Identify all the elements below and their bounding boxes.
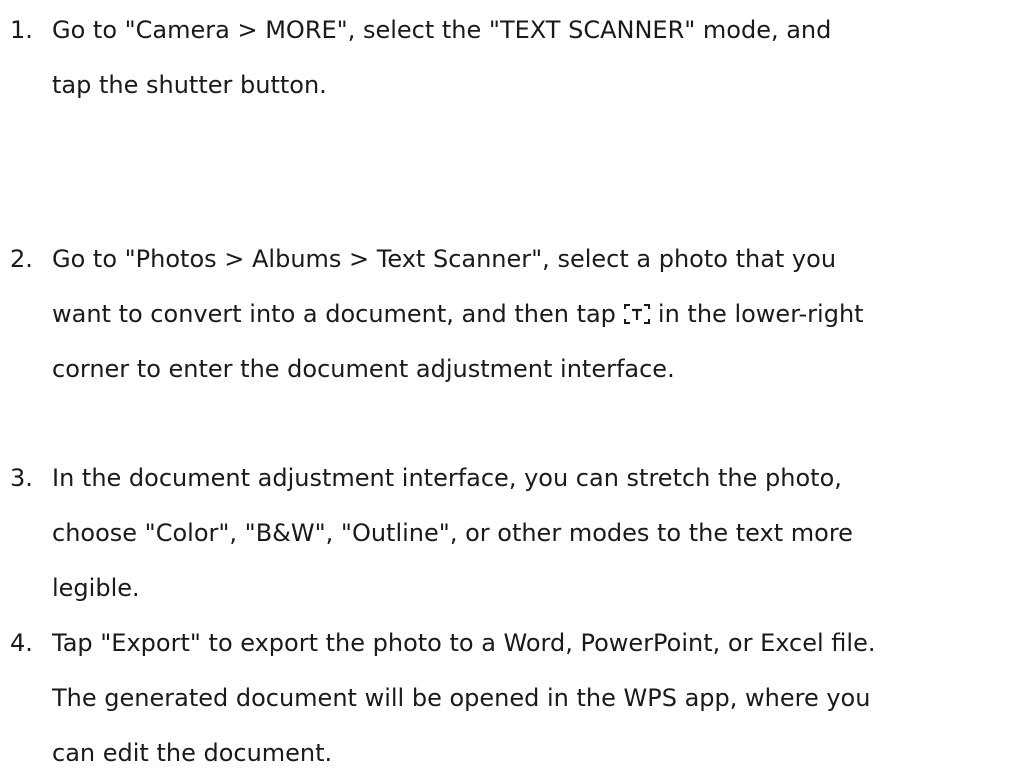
step-number: 3. bbox=[10, 464, 33, 492]
step-text-line: legible. bbox=[52, 574, 140, 602]
step-text-line: Go to "Camera > MORE", select the "TEXT … bbox=[52, 16, 832, 44]
step-text-line: choose "Color", "B&W", "Outline", or oth… bbox=[52, 519, 853, 547]
step-text-line: can edit the document. bbox=[52, 739, 333, 767]
step-text-line: Go to "Photos > Albums > Text Scanner", … bbox=[52, 245, 837, 273]
step-text-fragment: in the lower-right bbox=[657, 300, 864, 328]
text-scan-icon bbox=[622, 302, 652, 326]
step-text-line: corner to enter the document adjustment … bbox=[52, 355, 675, 383]
step-number: 4. bbox=[10, 629, 33, 657]
step-text-line: Tap "Export" to export the photo to a Wo… bbox=[52, 629, 876, 657]
step-number: 1. bbox=[10, 16, 33, 44]
step-text-fragment: want to convert into a document, and the… bbox=[52, 300, 616, 328]
step-number: 2. bbox=[10, 245, 33, 273]
step-text-line: tap the shutter button. bbox=[52, 71, 327, 99]
step-text-line-with-icon: want to convert into a document, and the… bbox=[52, 298, 864, 330]
step-text-line: In the document adjustment interface, yo… bbox=[52, 464, 842, 492]
step-text-line: The generated document will be opened in… bbox=[52, 684, 871, 712]
